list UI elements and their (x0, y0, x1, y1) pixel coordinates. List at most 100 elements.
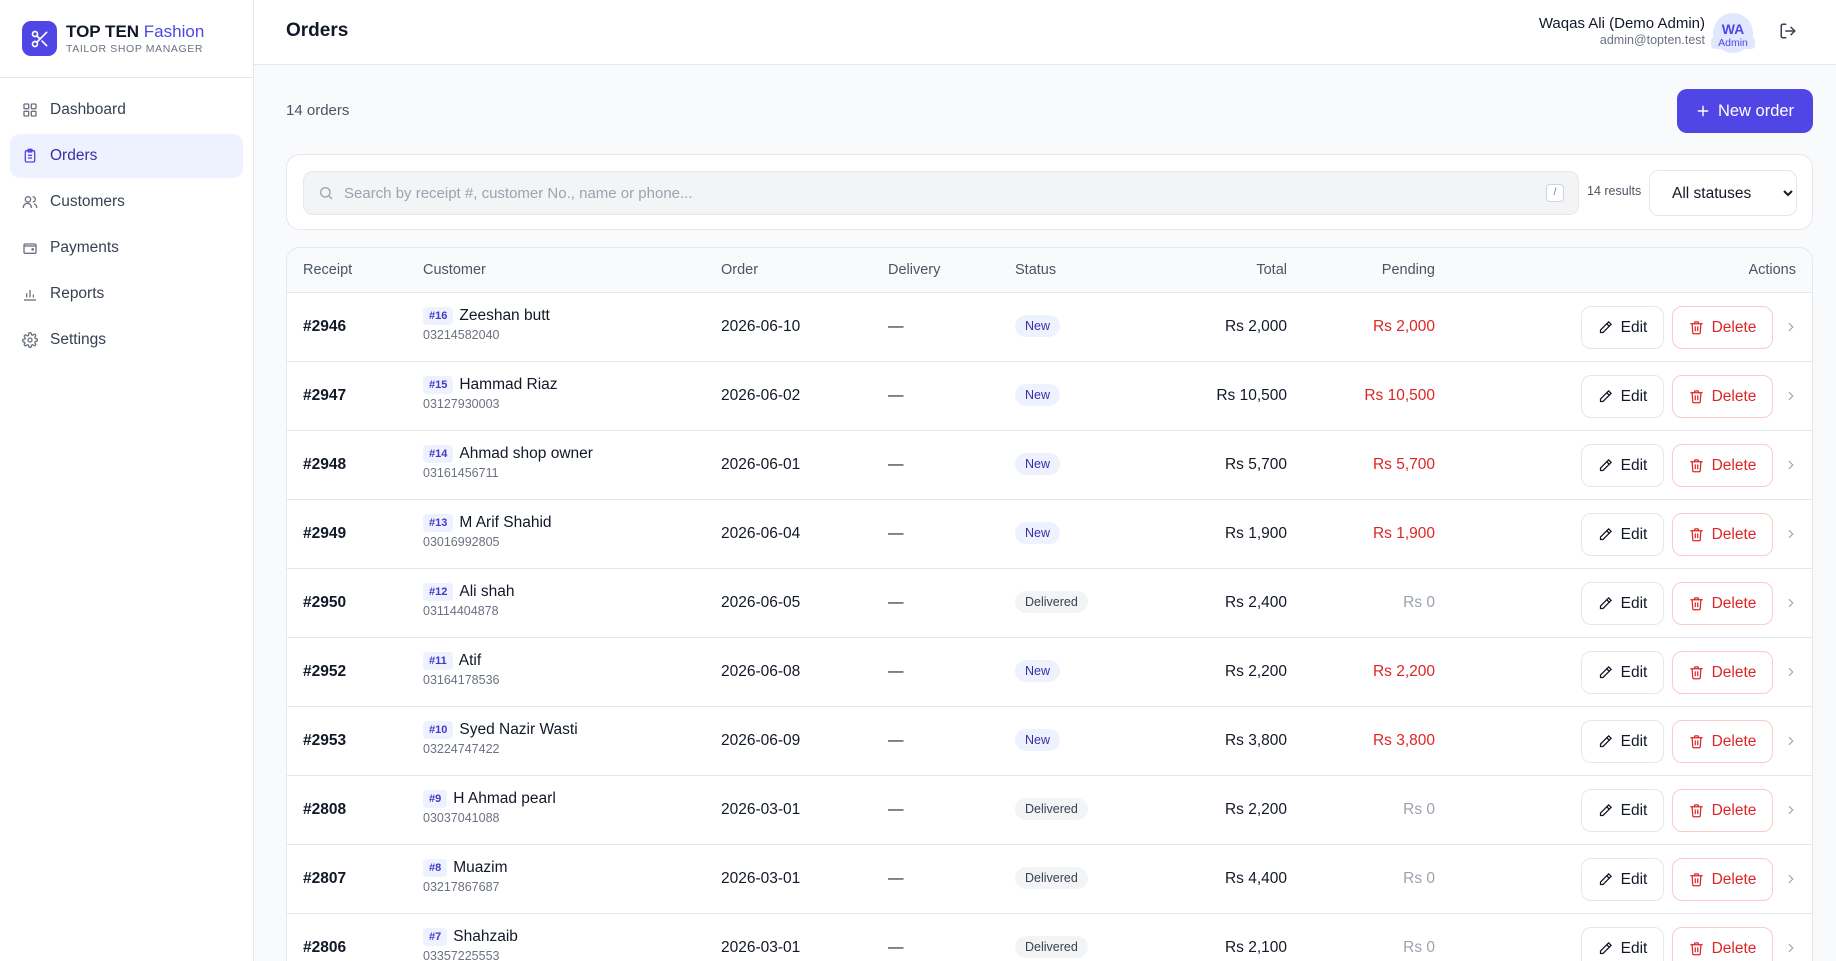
column-header-order[interactable]: Order (721, 262, 758, 278)
column-header-status[interactable]: Status (1015, 262, 1056, 278)
edit-button[interactable]: Edit (1581, 513, 1664, 556)
sidebar-item-settings[interactable]: Settings (10, 318, 243, 362)
avatar[interactable]: WA Admin (1711, 13, 1755, 53)
delivery-date: — (888, 663, 904, 680)
sidebar-item-orders[interactable]: Orders (10, 134, 243, 178)
delete-button[interactable]: Delete (1672, 927, 1773, 961)
sidebar-nav: Dashboard Orders Customers Payments Repo… (0, 78, 253, 374)
column-header-total[interactable]: Total (1256, 262, 1287, 278)
logout-button[interactable] (1779, 22, 1797, 45)
row-expand-button[interactable] (1784, 527, 1798, 546)
pending-amount: Rs 0 (1403, 594, 1435, 611)
table-row[interactable]: #2806 #7 Shahzaib 03357225553 2026-03-01 — Del… (287, 914, 1812, 961)
search-input[interactable] (344, 184, 1524, 202)
pending-amount: Rs 0 (1403, 939, 1435, 956)
row-expand-button[interactable] (1784, 872, 1798, 891)
search-box: / (303, 171, 1579, 215)
table-row[interactable]: #2953 #10 Syed Nazir Wasti 03224747422 2026-… (287, 707, 1812, 776)
row-expand-button[interactable] (1784, 734, 1798, 753)
chevron-right-icon (1788, 874, 1794, 884)
edit-button[interactable]: Edit (1581, 651, 1664, 694)
table-row[interactable]: #2947 #15 Hammad Riaz 03127930003 2026-06-02… (287, 362, 1812, 431)
delete-button[interactable]: Delete (1672, 720, 1773, 763)
sidebar-item-label: Reports (50, 285, 105, 302)
new-order-button[interactable]: New order (1677, 89, 1813, 133)
sidebar-item-reports[interactable]: Reports (10, 272, 243, 316)
status-filter-select[interactable]: All statuses (1649, 170, 1797, 216)
edit-button[interactable]: Edit (1581, 720, 1664, 763)
delete-button[interactable]: Delete (1672, 513, 1773, 556)
customer-name: Muazim (453, 859, 508, 876)
sidebar-item-customers[interactable]: Customers (10, 180, 243, 224)
total-amount: Rs 5,700 (1224, 456, 1287, 473)
edit-label: Edit (1620, 732, 1648, 750)
customer-phone: 03164178536 (423, 673, 500, 688)
edit-button[interactable]: Edit (1581, 375, 1664, 418)
row-expand-button[interactable] (1784, 941, 1798, 960)
chevron-right-icon (1788, 667, 1794, 677)
customer-cell: #7 Shahzaib 03357225553 (423, 928, 518, 961)
table-row[interactable]: #2950 #12 Ali shah 03114404878 2026-06-05 — De… (287, 569, 1812, 638)
status-badge: New (1015, 453, 1061, 475)
column-header-customer[interactable]: Customer (423, 262, 486, 278)
row-expand-button[interactable] (1784, 389, 1798, 408)
column-header-receipt[interactable]: Receipt (303, 262, 352, 278)
total-amount: Rs 2,000 (1224, 318, 1287, 335)
customer-name: M Arif Shahid (459, 514, 552, 531)
edit-button[interactable]: Edit (1581, 927, 1664, 961)
delete-button[interactable]: Delete (1672, 789, 1773, 832)
chevron-right-icon (1788, 322, 1794, 332)
table-row[interactable]: #2949 #13 M Arif Shahid 03016992805 2026-06-… (287, 500, 1812, 569)
customer-phone: 03224747422 (423, 742, 500, 757)
receipt-number: #2807 (303, 870, 347, 887)
delete-button[interactable]: Delete (1672, 582, 1773, 625)
customer-phone: 03214582040 (423, 328, 500, 343)
customer-cell: #10 Syed Nazir Wasti 03224747422 (423, 721, 578, 756)
delivery-date: — (888, 525, 904, 542)
gear-icon (22, 332, 38, 348)
delete-button[interactable]: Delete (1672, 375, 1773, 418)
delete-button[interactable]: Delete (1672, 306, 1773, 349)
order-date: 2026-06-01 (721, 456, 801, 473)
customer-phone: 03037041088 (423, 811, 500, 826)
edit-button[interactable]: Edit (1581, 858, 1664, 901)
receipt-number: #2806 (303, 939, 347, 956)
user-info: Waqas Ali (Demo Admin) admin@topten.test (1539, 15, 1705, 47)
edit-label: Edit (1620, 663, 1648, 681)
pending-amount: Rs 0 (1403, 870, 1435, 887)
pending-amount: Rs 5,700 (1372, 456, 1435, 473)
pencil-icon (1599, 803, 1612, 817)
edit-label: Edit (1620, 939, 1648, 957)
row-expand-button[interactable] (1784, 803, 1798, 822)
table-row[interactable]: #2952 #11 Atif 03164178536 2026-06-08 — New Rs … (287, 638, 1812, 707)
sidebar-item-dashboard[interactable]: Dashboard (10, 88, 243, 132)
delete-label: Delete (1711, 387, 1757, 405)
row-expand-button[interactable] (1784, 665, 1798, 684)
row-expand-button[interactable] (1784, 458, 1798, 477)
wallet-icon (23, 243, 37, 254)
edit-button[interactable]: Edit (1581, 789, 1664, 832)
table-row[interactable]: #2807 #8 Muazim 03217867687 2026-03-01 — Deliv… (287, 845, 1812, 914)
row-expand-button[interactable] (1784, 596, 1798, 615)
column-header-pending[interactable]: Pending (1382, 262, 1435, 278)
edit-button[interactable]: Edit (1581, 444, 1664, 487)
table-row[interactable]: #2946 #16 Zeeshan butt 03214582040 2026-06-1… (287, 293, 1812, 362)
delete-label: Delete (1711, 456, 1757, 474)
sidebar-item-payments[interactable]: Payments (10, 226, 243, 270)
delete-label: Delete (1711, 525, 1757, 543)
row-expand-button[interactable] (1784, 320, 1798, 339)
column-header-delivery[interactable]: Delivery (888, 262, 940, 278)
sidebar-item-label: Orders (50, 147, 98, 164)
edit-button[interactable]: Edit (1581, 582, 1664, 625)
pencil-icon (1599, 320, 1612, 334)
status-badge: Delivered (1015, 936, 1088, 958)
edit-button[interactable]: Edit (1581, 306, 1664, 349)
delete-button[interactable]: Delete (1672, 651, 1773, 694)
customer-phone: 03127930003 (423, 397, 500, 412)
table-row[interactable]: #2948 #14 Ahmad shop owner 03161456711 2026-… (287, 431, 1812, 500)
sidebar-item-label: Payments (50, 239, 119, 256)
customer-name: Atif (458, 652, 482, 669)
delete-button[interactable]: Delete (1672, 858, 1773, 901)
delete-button[interactable]: Delete (1672, 444, 1773, 487)
table-row[interactable]: #2808 #9 H Ahmad pearl 03037041088 2026-03-0… (287, 776, 1812, 845)
